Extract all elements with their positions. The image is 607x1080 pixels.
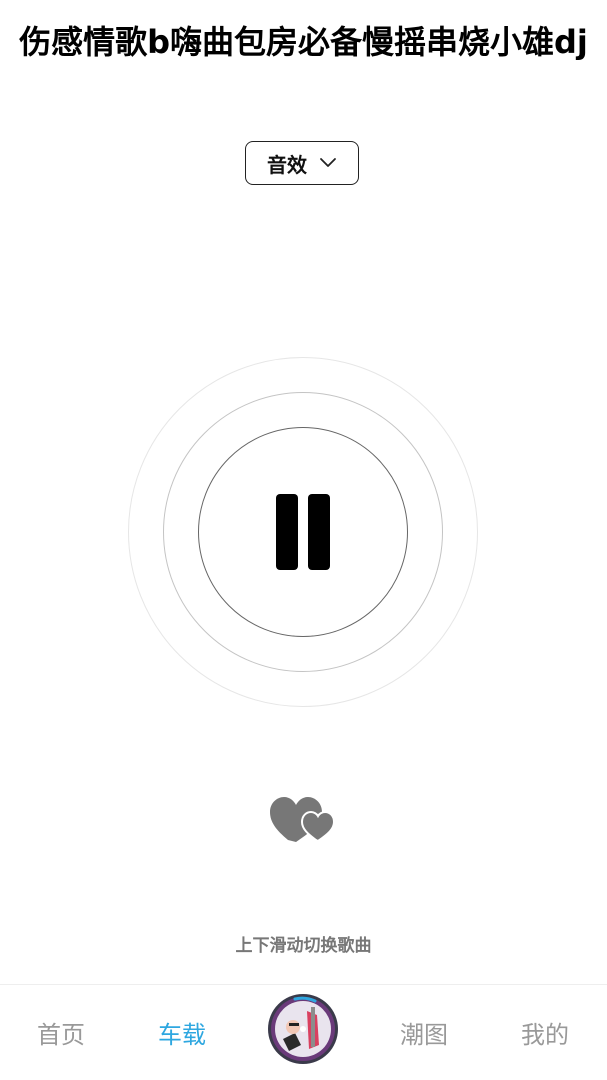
tab-home[interactable]: 首页 xyxy=(11,1015,111,1050)
sound-effect-button[interactable]: 音效 xyxy=(245,141,359,185)
pause-icon xyxy=(276,494,330,570)
play-pause-button[interactable] xyxy=(198,427,408,637)
sound-effect-label: 音效 xyxy=(267,152,307,177)
song-title: 伤感情歌b嗨曲包房必备慢摇串烧小雄dj xyxy=(19,23,588,61)
playback-control-area xyxy=(128,357,478,707)
tab-car[interactable]: 车载 xyxy=(132,1015,232,1050)
chevron-down-icon xyxy=(320,158,336,167)
player-page: 伤感情歌b嗨曲包房必备慢摇串烧小雄dj 音效 上下滑动切换歌曲 首页 车载 潮图… xyxy=(0,0,607,1080)
swipe-hint: 上下滑动切换歌曲 xyxy=(235,936,372,956)
bottom-tab-bar: 首页 车载 潮图 我的 xyxy=(0,984,607,1080)
album-disc-button[interactable] xyxy=(267,993,339,1065)
tab-trend-images[interactable]: 潮图 xyxy=(374,1015,474,1050)
tab-mine[interactable]: 我的 xyxy=(495,1015,595,1050)
favorite-hearts-icon[interactable] xyxy=(268,790,338,846)
